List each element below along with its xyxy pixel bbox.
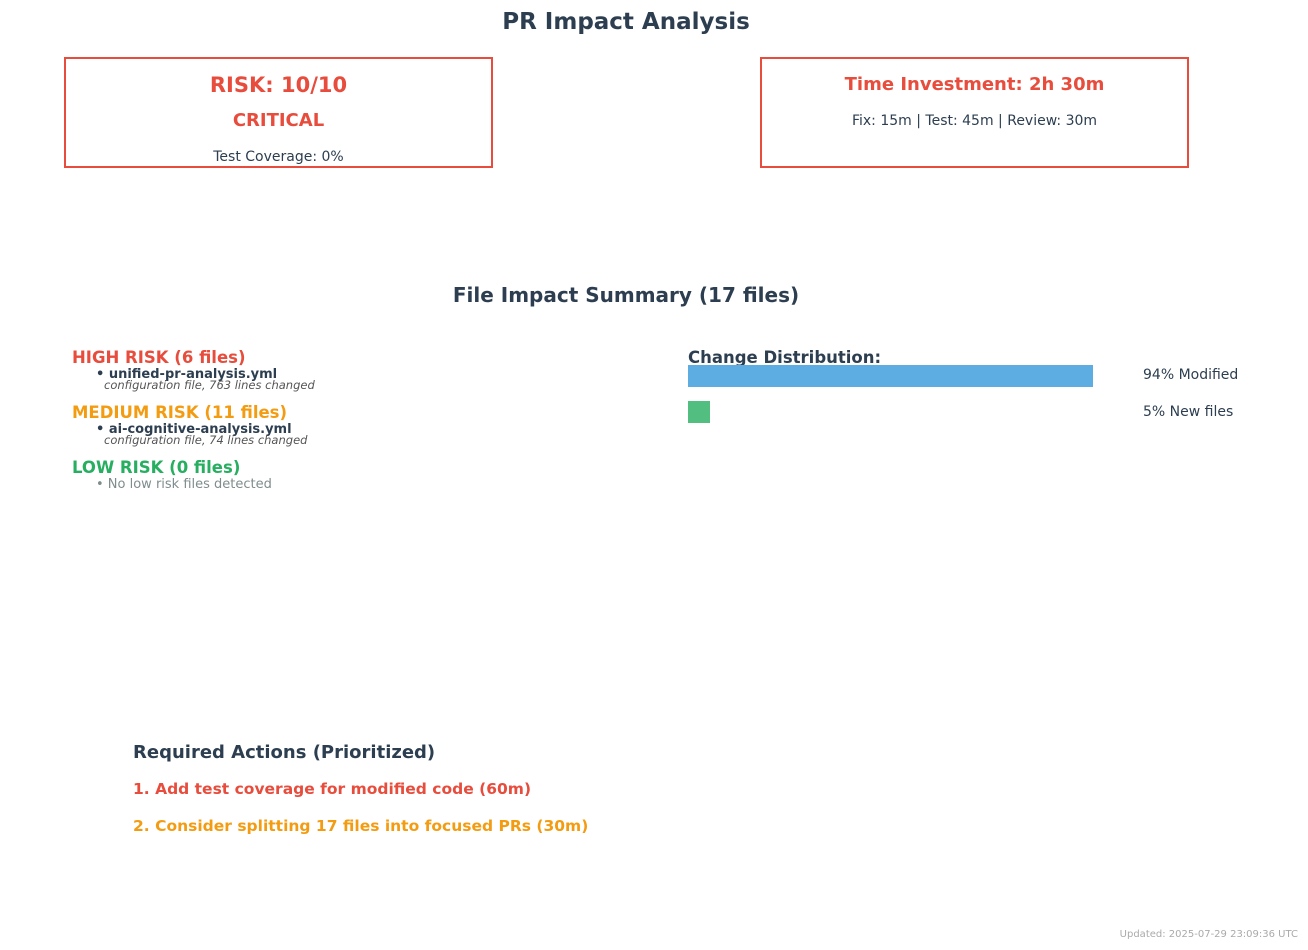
low-risk-title: LOW RISK (0 files): [72, 458, 241, 477]
required-actions-title: Required Actions (Prioritized): [133, 742, 436, 763]
medium-risk-title: MEDIUM RISK (11 files): [72, 403, 288, 422]
high-risk-file-detail: configuration file, 763 lines changed: [104, 378, 315, 392]
distribution-bar-modified: [688, 365, 1093, 387]
risk-level: CRITICAL: [232, 110, 325, 131]
time-investment-title: Time Investment: 2h 30m: [844, 74, 1105, 95]
low-risk-empty-note: • No low risk files detected: [96, 477, 272, 492]
page-title: PR Impact Analysis: [502, 9, 750, 35]
time-breakdown: Fix: 15m | Test: 45m | Review: 30m: [851, 113, 1098, 129]
distribution-label-modified: 94% Modified: [1143, 367, 1239, 383]
file-impact-summary-title: File Impact Summary (17 files): [452, 283, 800, 307]
action-item-1: 1. Add test coverage for modified code (…: [133, 780, 532, 798]
action-item-2: 2. Consider splitting 17 files into focu…: [133, 817, 589, 835]
high-risk-title: HIGH RISK (6 files): [72, 348, 246, 367]
updated-timestamp: Updated: 2025-07-29 23:09:36 UTC: [1119, 929, 1298, 940]
test-coverage: Test Coverage: 0%: [213, 149, 344, 165]
medium-risk-file-detail: configuration file, 74 lines changed: [104, 433, 308, 447]
distribution-label-new-files: 5% New files: [1143, 404, 1234, 420]
distribution-bar-new-files: [688, 401, 710, 423]
risk-score: RISK: 10/10: [209, 73, 348, 97]
risk-card: RISK: 10/10 CRITICAL Test Coverage: 0%: [64, 57, 493, 168]
time-investment-card: Time Investment: 2h 30m Fix: 15m | Test:…: [760, 57, 1189, 168]
